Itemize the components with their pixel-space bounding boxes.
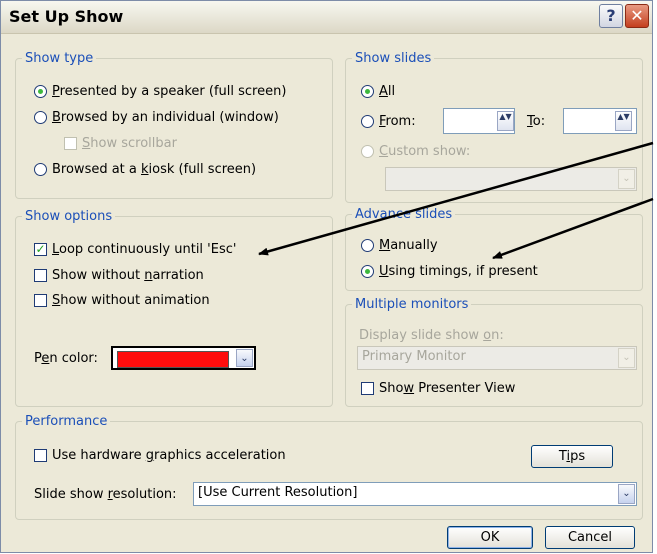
radio-custom-show: Custom show:: [361, 144, 470, 159]
radio-label: Browsed at a kiosk (full screen): [52, 162, 257, 177]
show-slides-legend: Show slides: [355, 51, 432, 66]
dialog-title: Set Up Show: [9, 7, 124, 26]
to-label: To:: [527, 114, 546, 129]
checkbox-label: Show Presenter View: [379, 381, 516, 396]
radio-label: All: [379, 84, 396, 99]
advance-slides-legend: Advance slides: [355, 207, 453, 222]
checkbox[interactable]: [361, 382, 374, 395]
from-spinner[interactable]: ▲▼: [497, 111, 514, 131]
radio-label: Browsed by an individual (window): [52, 110, 279, 125]
checkbox-label: Use hardware graphics acceleration: [52, 448, 286, 463]
radio-browsed-at-kiosk[interactable]: Browsed at a kiosk (full screen): [34, 162, 256, 177]
radio-button[interactable]: [361, 115, 374, 128]
cancel-button[interactable]: Cancel: [545, 526, 635, 549]
radio-browsed-by-individual[interactable]: Browsed by an individual (window): [34, 110, 279, 125]
radio-label: Using timings, if present: [379, 264, 538, 279]
radio-using-timings[interactable]: Using timings, if present: [361, 264, 538, 279]
radio-label: From:: [379, 114, 416, 129]
monitor-value: Primary Monitor: [362, 349, 466, 364]
radio-all-slides[interactable]: All: [361, 84, 395, 99]
display-slide-show-on-label: Display slide show on:: [359, 328, 504, 343]
radio-button: [361, 145, 374, 158]
radio-label: Manually: [379, 238, 438, 253]
ok-button[interactable]: OK: [447, 526, 533, 549]
checkbox-label: Show scrollbar: [82, 136, 177, 151]
set-up-show-dialog: Set Up Show ? ✕ Show type Presented by a…: [0, 0, 654, 553]
radio-presented-by-speaker[interactable]: Presented by a speaker (full screen): [34, 84, 286, 99]
chevron-down-icon[interactable]: ⌄: [236, 349, 253, 367]
monitor-dropdown: Primary Monitor ⌄: [357, 346, 637, 370]
chevron-down-icon: ⌄: [618, 348, 635, 368]
pen-color-picker[interactable]: ⌄: [111, 346, 256, 370]
radio-button[interactable]: [34, 85, 47, 98]
checkbox-label: Show without narration: [52, 268, 204, 283]
pen-color-swatch: [117, 351, 229, 368]
chevron-down-icon[interactable]: ⌄: [618, 484, 635, 504]
radio-button[interactable]: [34, 111, 47, 124]
checkbox-loop-continuously[interactable]: ✓ Loop continuously until 'Esc': [34, 242, 236, 257]
chevron-down-icon: ⌄: [618, 169, 635, 189]
show-options-group: Show options: [15, 209, 333, 407]
resolution-dropdown[interactable]: [Use Current Resolution] ⌄: [193, 482, 637, 506]
show-type-legend: Show type: [25, 51, 94, 66]
checkbox-show-without-narration[interactable]: Show without narration: [34, 268, 204, 283]
help-icon[interactable]: ?: [599, 4, 623, 28]
tips-button[interactable]: Tips: [531, 445, 613, 468]
custom-show-dropdown: ⌄: [385, 167, 637, 191]
slide-show-resolution-label: Slide show resolution:: [34, 487, 177, 502]
radio-button[interactable]: [34, 163, 47, 176]
checkbox-show-scrollbar: Show scrollbar: [64, 136, 177, 151]
multiple-monitors-legend: Multiple monitors: [355, 297, 469, 312]
checkbox[interactable]: [34, 269, 47, 282]
checkbox[interactable]: [34, 449, 47, 462]
to-spinner[interactable]: ▲▼: [615, 111, 632, 131]
resolution-value: [Use Current Resolution]: [198, 485, 358, 500]
radio-label: Custom show:: [379, 144, 471, 159]
checkbox-hardware-acceleration[interactable]: Use hardware graphics acceleration: [34, 448, 286, 463]
checkbox-checked[interactable]: ✓: [34, 243, 47, 256]
radio-button[interactable]: [361, 239, 374, 252]
radio-button[interactable]: [361, 85, 374, 98]
checkbox-show-without-animation[interactable]: Show without animation: [34, 293, 210, 308]
pen-color-label: Pen color:: [34, 351, 98, 366]
show-options-legend: Show options: [25, 209, 113, 224]
radio-from-slide[interactable]: From:: [361, 114, 416, 129]
checkbox: [64, 137, 77, 150]
title-bar[interactable]: Set Up Show ? ✕: [1, 1, 652, 34]
radio-label: Presented by a speaker (full screen): [52, 84, 287, 99]
checkbox-show-presenter-view[interactable]: Show Presenter View: [361, 381, 515, 396]
radio-manually[interactable]: Manually: [361, 238, 438, 253]
close-icon[interactable]: ✕: [625, 4, 649, 28]
checkbox[interactable]: [34, 294, 47, 307]
checkbox-label: Loop continuously until 'Esc': [52, 242, 237, 257]
performance-legend: Performance: [25, 414, 108, 429]
radio-button[interactable]: [361, 265, 374, 278]
checkbox-label: Show without animation: [52, 293, 210, 308]
